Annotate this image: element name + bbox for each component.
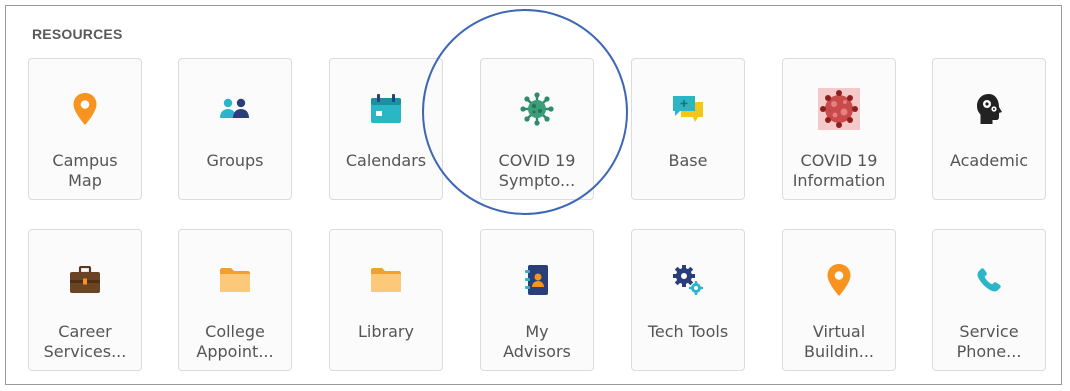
tile-tech-tools[interactable]: Tech Tools (631, 229, 745, 371)
people-icon (179, 91, 291, 127)
tile-groups[interactable]: Groups (178, 58, 292, 200)
head-gears-icon (933, 91, 1045, 127)
tile-label: Academic (949, 151, 1029, 170)
tile-label: My Advisors (503, 322, 571, 361)
chat-bubbles-icon (632, 91, 744, 127)
tile-college-appointments[interactable]: College Appoint... (178, 229, 292, 371)
resources-panel: RESOURCES Campus Map Groups Calendars CO… (5, 5, 1062, 385)
map-pin-icon (29, 91, 141, 127)
map-pin-icon (783, 262, 895, 298)
tile-service-phone[interactable]: Service Phone... (932, 229, 1046, 371)
tile-my-advisors[interactable]: My Advisors (480, 229, 594, 371)
tile-label: Service Phone... (956, 322, 1022, 361)
phone-icon (933, 262, 1045, 298)
tile-academic[interactable]: Academic (932, 58, 1046, 200)
tile-label: COVID 19 Information (792, 151, 886, 190)
tile-label: Tech Tools (647, 322, 729, 341)
tile-label: Career Services... (43, 322, 127, 361)
tile-library[interactable]: Library (329, 229, 443, 371)
tile-label: Groups (206, 151, 264, 170)
calendar-icon (330, 91, 442, 127)
tile-label: Virtual Buildin... (803, 322, 874, 361)
coronavirus-image-icon (783, 88, 895, 130)
folder-icon (330, 262, 442, 298)
tile-base[interactable]: Base (631, 58, 745, 200)
tile-label: Base (668, 151, 708, 170)
tile-label: Library (358, 322, 414, 341)
virus-icon (481, 91, 593, 127)
folder-icon (179, 262, 291, 298)
tile-campus-map[interactable]: Campus Map (28, 58, 142, 200)
tile-label: Campus Map (52, 151, 118, 190)
briefcase-icon (29, 262, 141, 298)
tile-label: Calendars (345, 151, 427, 170)
contact-book-icon (481, 262, 593, 298)
tile-covid-information[interactable]: COVID 19 Information (782, 58, 896, 200)
gears-icon (632, 262, 744, 298)
tile-calendars[interactable]: Calendars (329, 58, 443, 200)
tile-covid-symptoms[interactable]: COVID 19 Sympto... (480, 58, 594, 200)
tile-label: COVID 19 Sympto... (498, 151, 576, 190)
tile-virtual-building[interactable]: Virtual Buildin... (782, 229, 896, 371)
tile-career-services[interactable]: Career Services... (28, 229, 142, 371)
section-title: RESOURCES (32, 26, 123, 42)
tile-label: College Appoint... (196, 322, 274, 361)
